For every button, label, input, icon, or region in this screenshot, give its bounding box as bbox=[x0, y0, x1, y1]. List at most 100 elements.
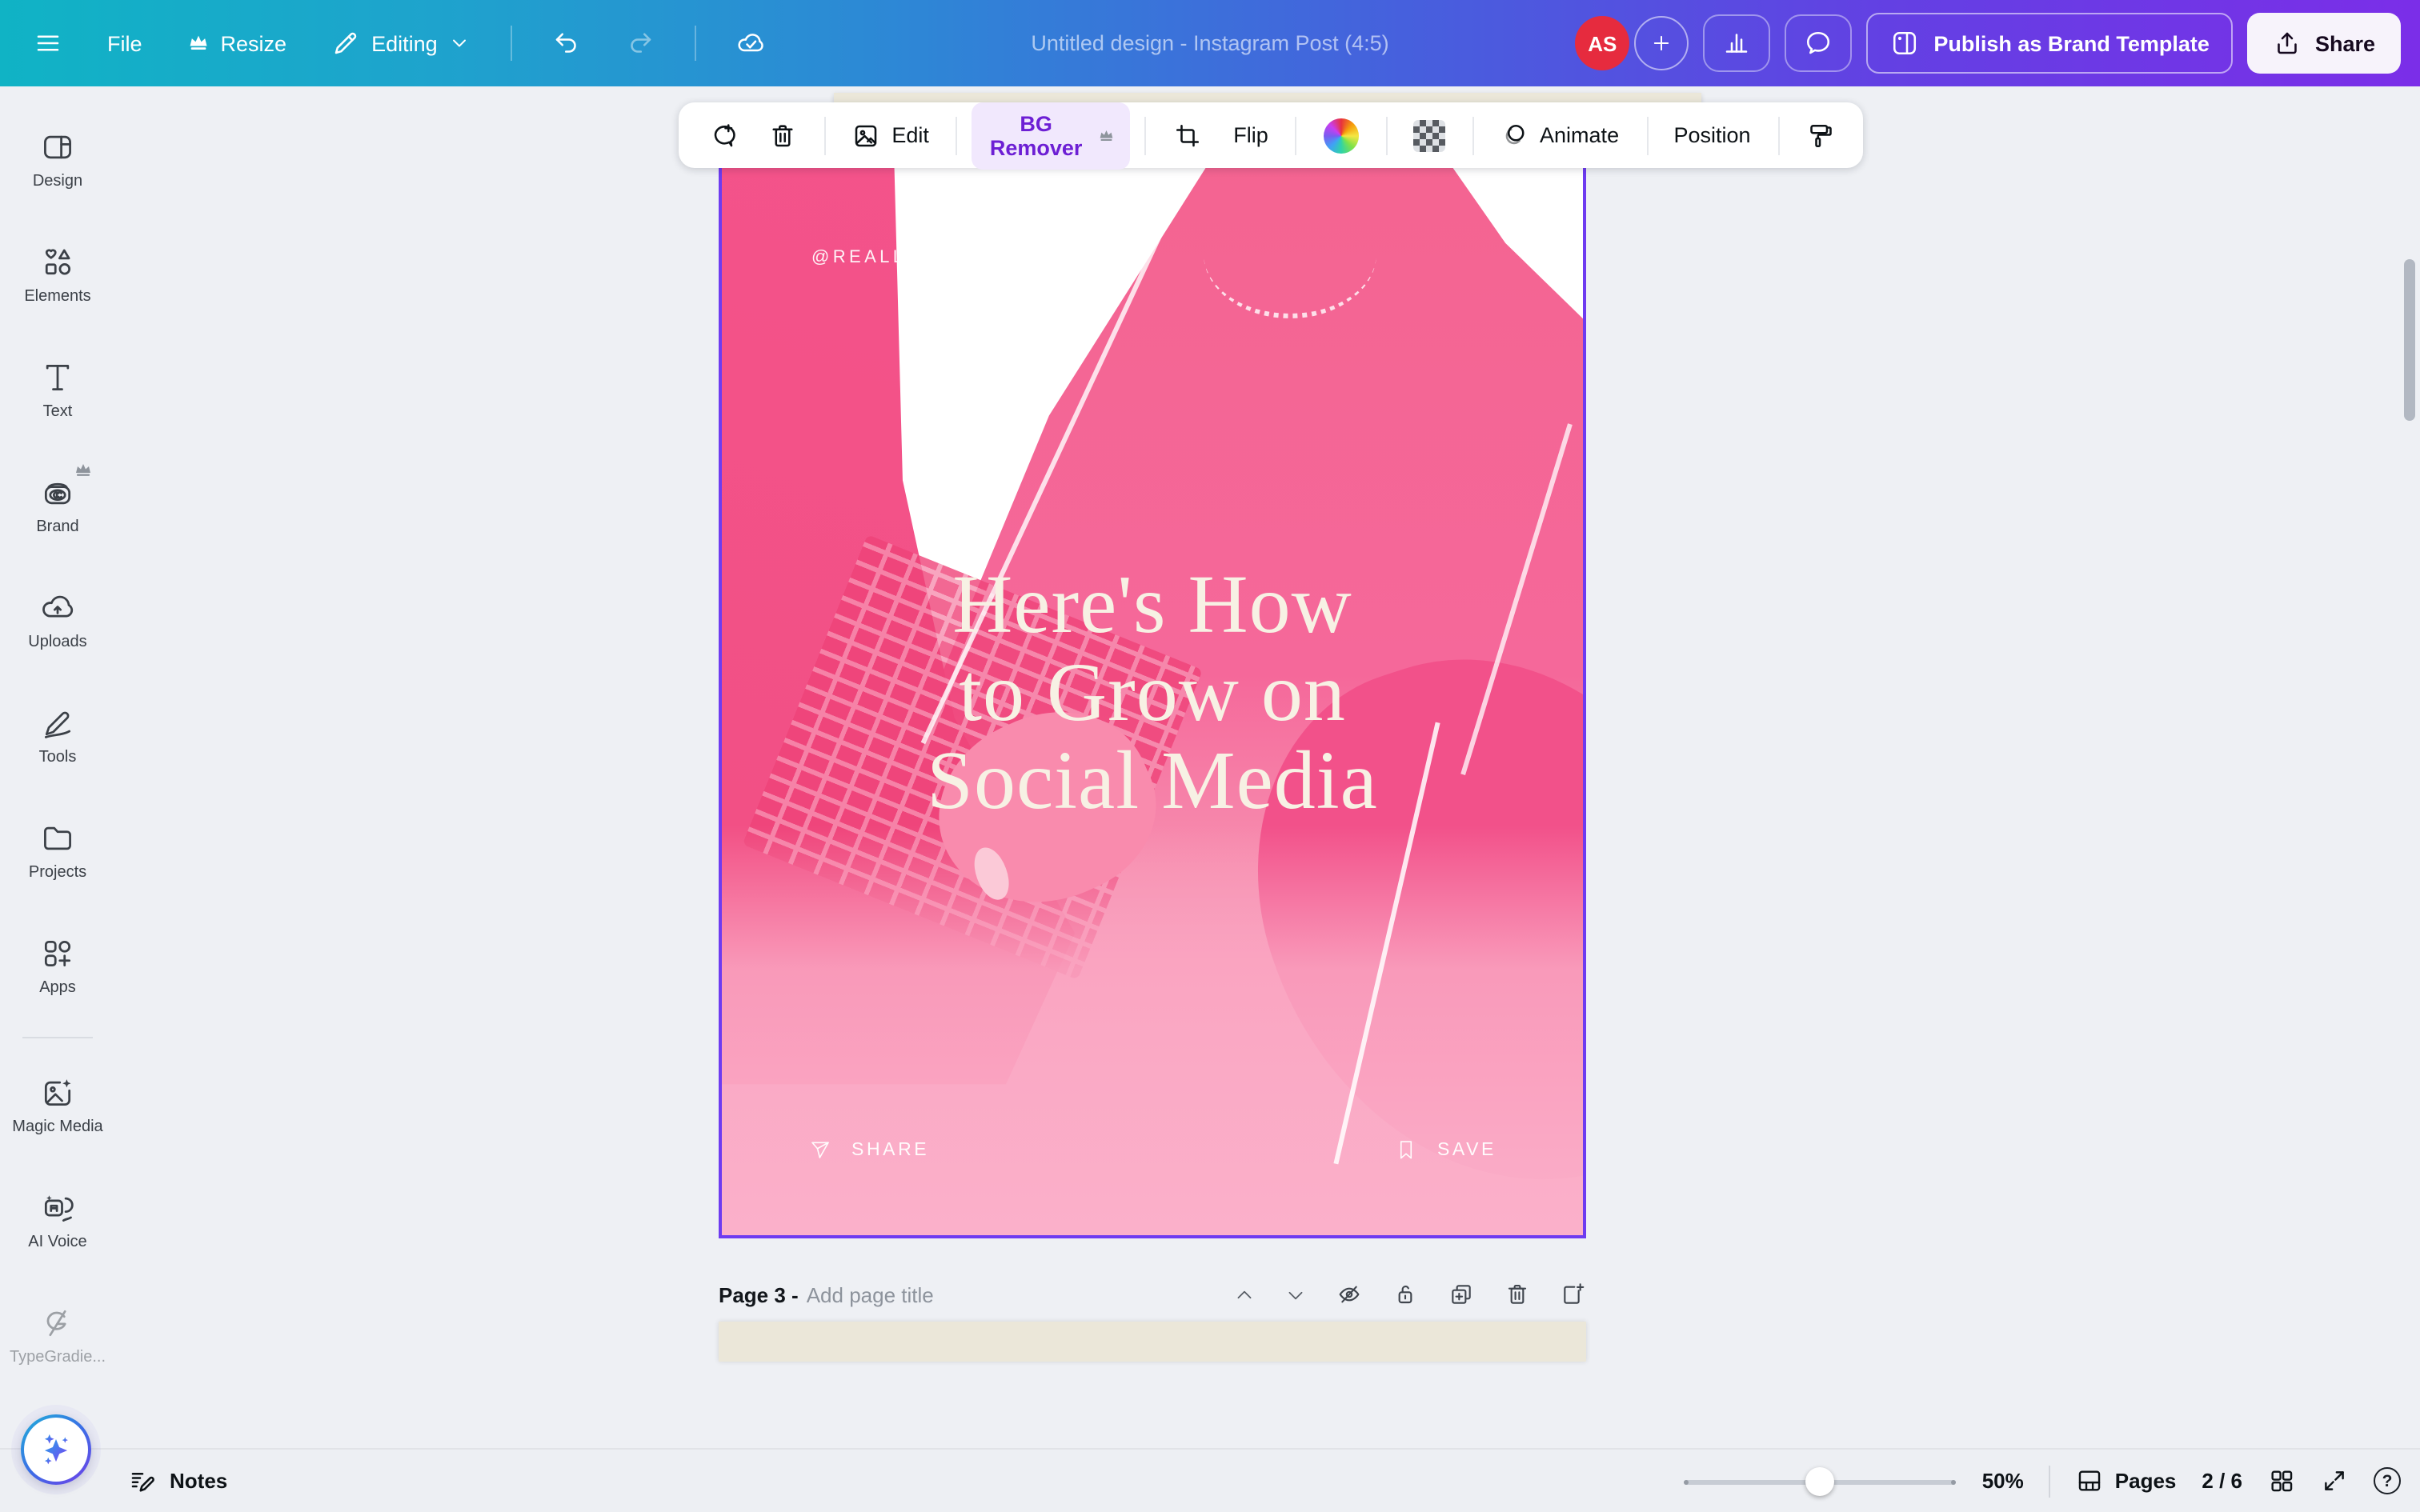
sidebar-item-ai-voice[interactable]: AI Voice bbox=[6, 1170, 109, 1272]
canva-editor: File Resize Editing bbox=[0, 0, 2420, 1512]
cloud-check-icon bbox=[737, 29, 766, 58]
zoom-slider-thumb[interactable] bbox=[1806, 1466, 1835, 1495]
add-comment-button[interactable] bbox=[695, 111, 749, 159]
lock-page-icon[interactable] bbox=[1392, 1282, 1418, 1307]
pencil-icon bbox=[331, 29, 360, 58]
delete-button[interactable] bbox=[755, 111, 810, 159]
sidebar-item-projects[interactable]: Projects bbox=[6, 800, 109, 902]
bg-remover-button[interactable]: BG Remover bbox=[971, 102, 1131, 169]
sidebar-item-brand[interactable]: Brand bbox=[6, 454, 109, 557]
sidebar-item-text[interactable]: Text bbox=[6, 339, 109, 442]
grid-view-button[interactable] bbox=[2268, 1467, 2295, 1494]
ai-voice-icon bbox=[40, 1190, 75, 1226]
divider bbox=[511, 26, 513, 61]
text-icon bbox=[40, 360, 75, 395]
file-menu-button[interactable]: File bbox=[93, 20, 157, 66]
sidebar-item-label: Elements bbox=[24, 288, 90, 306]
canva-assistant-button[interactable] bbox=[21, 1414, 91, 1485]
move-page-up-icon[interactable] bbox=[1234, 1284, 1255, 1305]
color-picker-button[interactable] bbox=[1310, 108, 1371, 162]
vertical-scrollbar-thumb[interactable] bbox=[2404, 259, 2415, 421]
animate-label: Animate bbox=[1540, 123, 1619, 147]
add-member-button[interactable] bbox=[1634, 16, 1689, 70]
file-label: File bbox=[107, 31, 142, 55]
sidebar-item-label: Tools bbox=[39, 749, 77, 766]
share-cta[interactable]: SHARE bbox=[808, 1138, 929, 1162]
help-button[interactable]: ? bbox=[2374, 1467, 2401, 1494]
publish-brand-template-button[interactable]: Publish as Brand Template bbox=[1866, 13, 2234, 74]
cloud-save-status-button[interactable] bbox=[723, 18, 780, 69]
move-page-down-icon[interactable] bbox=[1285, 1284, 1306, 1305]
edit-image-button[interactable]: Edit bbox=[839, 111, 942, 159]
avatar[interactable]: AS bbox=[1575, 16, 1629, 70]
avatar-initials: AS bbox=[1588, 31, 1617, 55]
redo-icon bbox=[627, 29, 655, 58]
position-button[interactable]: Position bbox=[1661, 114, 1764, 157]
sidebar-item-apps[interactable]: Apps bbox=[6, 915, 109, 1018]
sidebar-item-tools[interactable]: Tools bbox=[6, 685, 109, 787]
heading-text[interactable]: Here's How to Grow on Social Media bbox=[722, 562, 1583, 826]
bg-remover-label: BG Remover bbox=[987, 111, 1085, 159]
design-title[interactable]: Untitled design - Instagram Post (4:5) bbox=[1031, 31, 1388, 55]
social-handle-text[interactable]: @REALLYGREATSITE bbox=[811, 248, 1051, 267]
sidebar-item-label: Text bbox=[43, 403, 73, 421]
zoom-level[interactable]: 50% bbox=[1982, 1469, 2024, 1493]
heading-line-1: Here's How bbox=[722, 562, 1583, 650]
notes-button[interactable]: Notes bbox=[128, 1466, 227, 1495]
crop-button[interactable] bbox=[1160, 111, 1214, 159]
export-share-icon bbox=[2274, 29, 2302, 58]
save-cta[interactable]: SAVE bbox=[1394, 1138, 1496, 1162]
delete-page-icon[interactable] bbox=[1504, 1282, 1530, 1307]
pages-view-button[interactable]: Pages bbox=[2077, 1467, 2177, 1494]
help-icon: ? bbox=[2374, 1467, 2401, 1494]
page-3-canvas[interactable] bbox=[719, 1322, 1586, 1362]
position-label: Position bbox=[1674, 123, 1751, 147]
sidebar-item-elements[interactable]: Elements bbox=[6, 224, 109, 326]
sidebar-divider bbox=[22, 1037, 93, 1038]
redo-button[interactable] bbox=[612, 18, 670, 69]
trash-icon bbox=[768, 121, 797, 150]
resize-button[interactable]: Resize bbox=[173, 20, 302, 66]
sidebar-item-design[interactable]: Design bbox=[6, 109, 109, 211]
fullscreen-button[interactable] bbox=[2321, 1467, 2348, 1494]
transparency-button[interactable] bbox=[1400, 110, 1458, 161]
page-3-actions bbox=[1234, 1282, 1586, 1307]
zoom-slider[interactable] bbox=[1685, 1466, 1957, 1495]
animate-button[interactable]: Animate bbox=[1487, 111, 1632, 159]
main-menu-button[interactable] bbox=[19, 18, 77, 69]
sidebar-item-label: Design bbox=[33, 173, 82, 190]
undo-button[interactable] bbox=[539, 18, 596, 69]
crop-icon bbox=[1172, 121, 1201, 150]
divider bbox=[2049, 1465, 2051, 1497]
insights-button[interactable] bbox=[1703, 14, 1770, 72]
heading-line-2: to Grow on bbox=[722, 650, 1583, 738]
sidebar-item-uploads[interactable]: Uploads bbox=[6, 570, 109, 672]
heading-line-3: Social Media bbox=[722, 738, 1583, 826]
editing-mode-button[interactable]: Editing bbox=[317, 18, 486, 69]
edit-label: Edit bbox=[891, 123, 929, 147]
share-button[interactable]: Share bbox=[2248, 13, 2401, 74]
folder-icon bbox=[40, 821, 75, 856]
notes-icon bbox=[128, 1466, 157, 1495]
crown-icon bbox=[74, 461, 93, 480]
sidebar-item-typegradient[interactable]: TypeGradie... bbox=[6, 1285, 109, 1387]
flip-button[interactable]: Flip bbox=[1220, 114, 1281, 157]
hamburger-icon bbox=[34, 29, 62, 58]
pen-tools-icon bbox=[40, 706, 75, 741]
comments-button[interactable] bbox=[1785, 14, 1852, 72]
pages-icon bbox=[2077, 1467, 2104, 1494]
page-3-title-input[interactable]: Add page title bbox=[807, 1282, 934, 1306]
dress-shape bbox=[722, 826, 1583, 1235]
bookmark-icon bbox=[1394, 1138, 1418, 1162]
hide-page-icon[interactable] bbox=[1336, 1282, 1362, 1307]
add-page-icon[interactable] bbox=[1561, 1282, 1586, 1307]
sidebar-item-magic-media[interactable]: Magic Media bbox=[6, 1054, 109, 1157]
page-2-canvas[interactable]: @REALLYGREATSITE Here's How to Grow on S… bbox=[719, 154, 1586, 1238]
copy-style-button[interactable] bbox=[1793, 111, 1847, 159]
send-icon bbox=[808, 1138, 832, 1162]
share-cta-label: SHARE bbox=[851, 1140, 929, 1159]
duplicate-page-icon[interactable] bbox=[1448, 1282, 1474, 1307]
bottom-bar: Notes 50% Pages 2 / 6 bbox=[0, 1448, 2420, 1512]
share-label: Share bbox=[2315, 31, 2375, 55]
bar-chart-icon bbox=[1722, 29, 1751, 58]
